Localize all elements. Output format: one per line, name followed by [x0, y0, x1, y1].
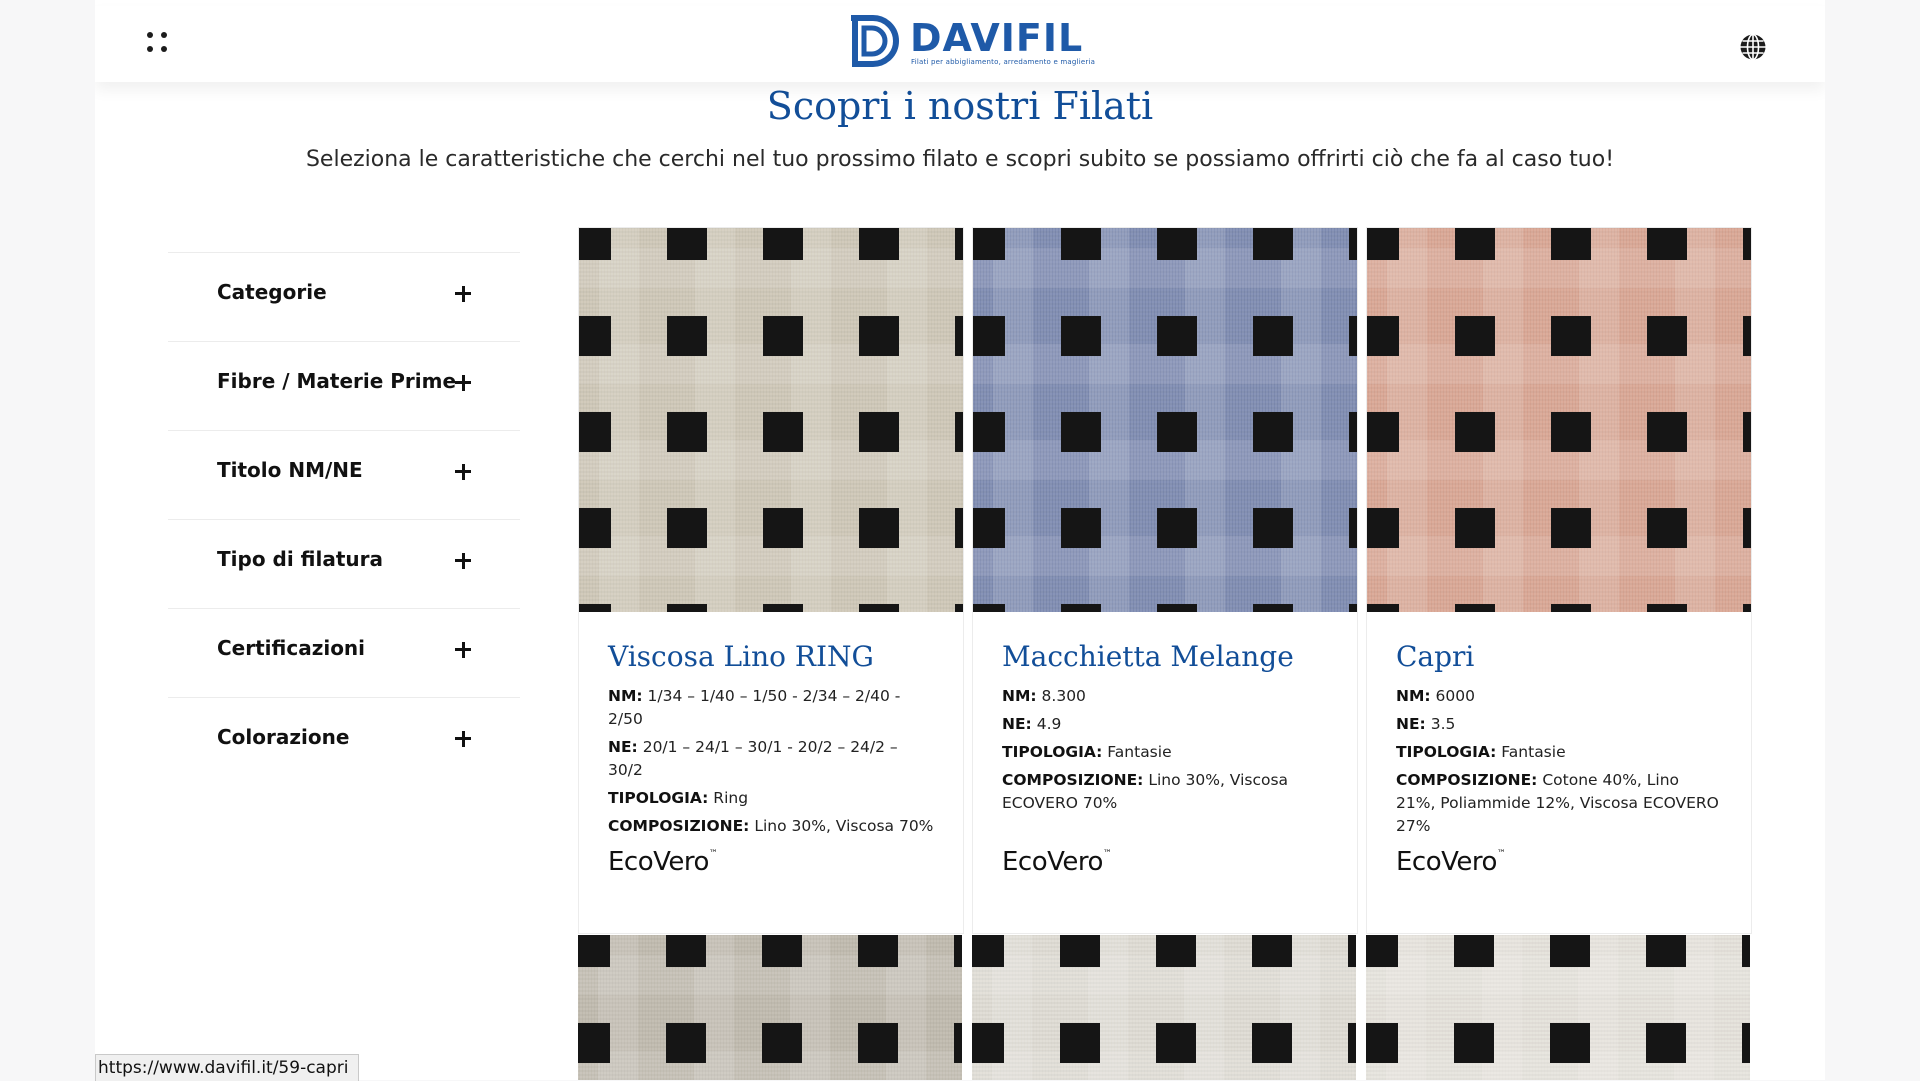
plus-icon[interactable]	[450, 726, 474, 750]
filter-label: Categorie	[217, 280, 327, 304]
product-swatch-image[interactable]	[1366, 935, 1750, 1080]
filter-label: Fibre / Materie Prime	[217, 369, 457, 393]
spec-tipologia: TIPOLOGIA: Ring	[608, 789, 749, 807]
page-subtitle: Seleziona le caratteristiche che cerchi …	[305, 147, 1615, 172]
brand-name: DAVIFIL	[910, 16, 1084, 60]
product-card-capri[interactable]: Capri NM: 6000 NE: 3.5 TIPOLOGIA: Fantas…	[1366, 227, 1752, 934]
plus-icon[interactable]	[450, 637, 474, 661]
product-title[interactable]: Viscosa Lino RING	[608, 640, 934, 673]
product-card-viscosa-lino-ring[interactable]: Viscosa Lino RING NM: 1/34 – 1/40 – 1/50…	[578, 227, 964, 934]
product-swatch-image[interactable]	[578, 935, 962, 1080]
plus-icon[interactable]	[450, 281, 474, 305]
filter-tipo-di-filatura[interactable]: Tipo di filatura	[168, 519, 520, 608]
product-title[interactable]: Capri	[1396, 640, 1722, 673]
spec-nm: NM: 6000	[1396, 687, 1475, 705]
spec-tipologia: TIPOLOGIA: Fantasie	[1002, 743, 1172, 761]
davifil-logo[interactable]: DAVIFIL Filati per abbigliamento, arreda…	[849, 12, 1095, 72]
spec-nm: NM: 1/34 – 1/40 – 1/50 - 2/34 – 2/40 - 2…	[608, 687, 901, 728]
filter-label: Certificazioni	[217, 636, 366, 660]
spec-composizione: COMPOSIZIONE: Cotone 40%, Lino 21%, Poli…	[1396, 771, 1719, 835]
plus-icon[interactable]	[450, 370, 474, 394]
link-preview-status-bar: https://www.davifil.it/59-capri	[95, 1054, 360, 1081]
davifil-d-logo-icon	[851, 15, 899, 67]
filter-label: Colorazione	[217, 725, 350, 749]
plus-icon[interactable]	[450, 548, 474, 572]
spec-ne: NE: 4.9	[1002, 715, 1062, 733]
plus-icon[interactable]	[450, 459, 474, 483]
menu-dots-icon[interactable]	[147, 32, 171, 56]
filter-sidebar: Categorie Fibre / Materie Prime Titolo N…	[168, 252, 520, 786]
product-card-macchietta-melange[interactable]: Macchietta Melange NM: 8.300 NE: 4.9 TIP…	[972, 227, 1358, 934]
ecovero-logo: EcoVero™	[1396, 847, 1506, 877]
spec-nm: NM: 8.300	[1002, 687, 1086, 705]
ecovero-logo: EcoVero™	[608, 847, 718, 877]
product-title[interactable]: Macchietta Melange	[1002, 640, 1328, 673]
spec-ne: NE: 20/1 – 24/1 – 30/1 - 20/2 – 24/2 – 3…	[608, 738, 898, 779]
page: DAVIFIL Filati per abbigliamento, arreda…	[95, 0, 1825, 1080]
filter-titolo-nm-ne[interactable]: Titolo NM/NE	[168, 430, 520, 519]
ecovero-logo: EcoVero™	[1002, 847, 1112, 877]
filter-certificazioni[interactable]: Certificazioni	[168, 608, 520, 697]
filter-fibre-materie-prime[interactable]: Fibre / Materie Prime	[168, 341, 520, 430]
page-title: Scopri i nostri Filati	[766, 84, 1154, 128]
product-swatch-image[interactable]	[972, 935, 1356, 1080]
product-swatch-image[interactable]	[973, 228, 1357, 612]
spec-composizione: COMPOSIZIONE: Lino 30%, Viscosa ECOVERO …	[1002, 771, 1289, 812]
spec-ne: NE: 3.5	[1396, 715, 1456, 733]
filter-colorazione[interactable]: Colorazione	[168, 697, 520, 786]
spec-tipologia: TIPOLOGIA: Fantasie	[1396, 743, 1566, 761]
spec-composizione: COMPOSIZIONE: Lino 30%, Viscosa 70%	[608, 817, 934, 835]
filter-label: Titolo NM/NE	[217, 458, 363, 482]
product-swatch-image[interactable]	[1367, 228, 1751, 612]
product-swatch-image[interactable]	[579, 228, 963, 612]
site-header: DAVIFIL Filati per abbigliamento, arreda…	[95, 6, 1825, 82]
brand-tagline: Filati per abbigliamento, arredamento e …	[911, 58, 1096, 66]
globe-icon[interactable]	[1738, 32, 1768, 62]
filter-categorie[interactable]: Categorie	[168, 252, 520, 341]
filter-label: Tipo di filatura	[217, 547, 383, 571]
